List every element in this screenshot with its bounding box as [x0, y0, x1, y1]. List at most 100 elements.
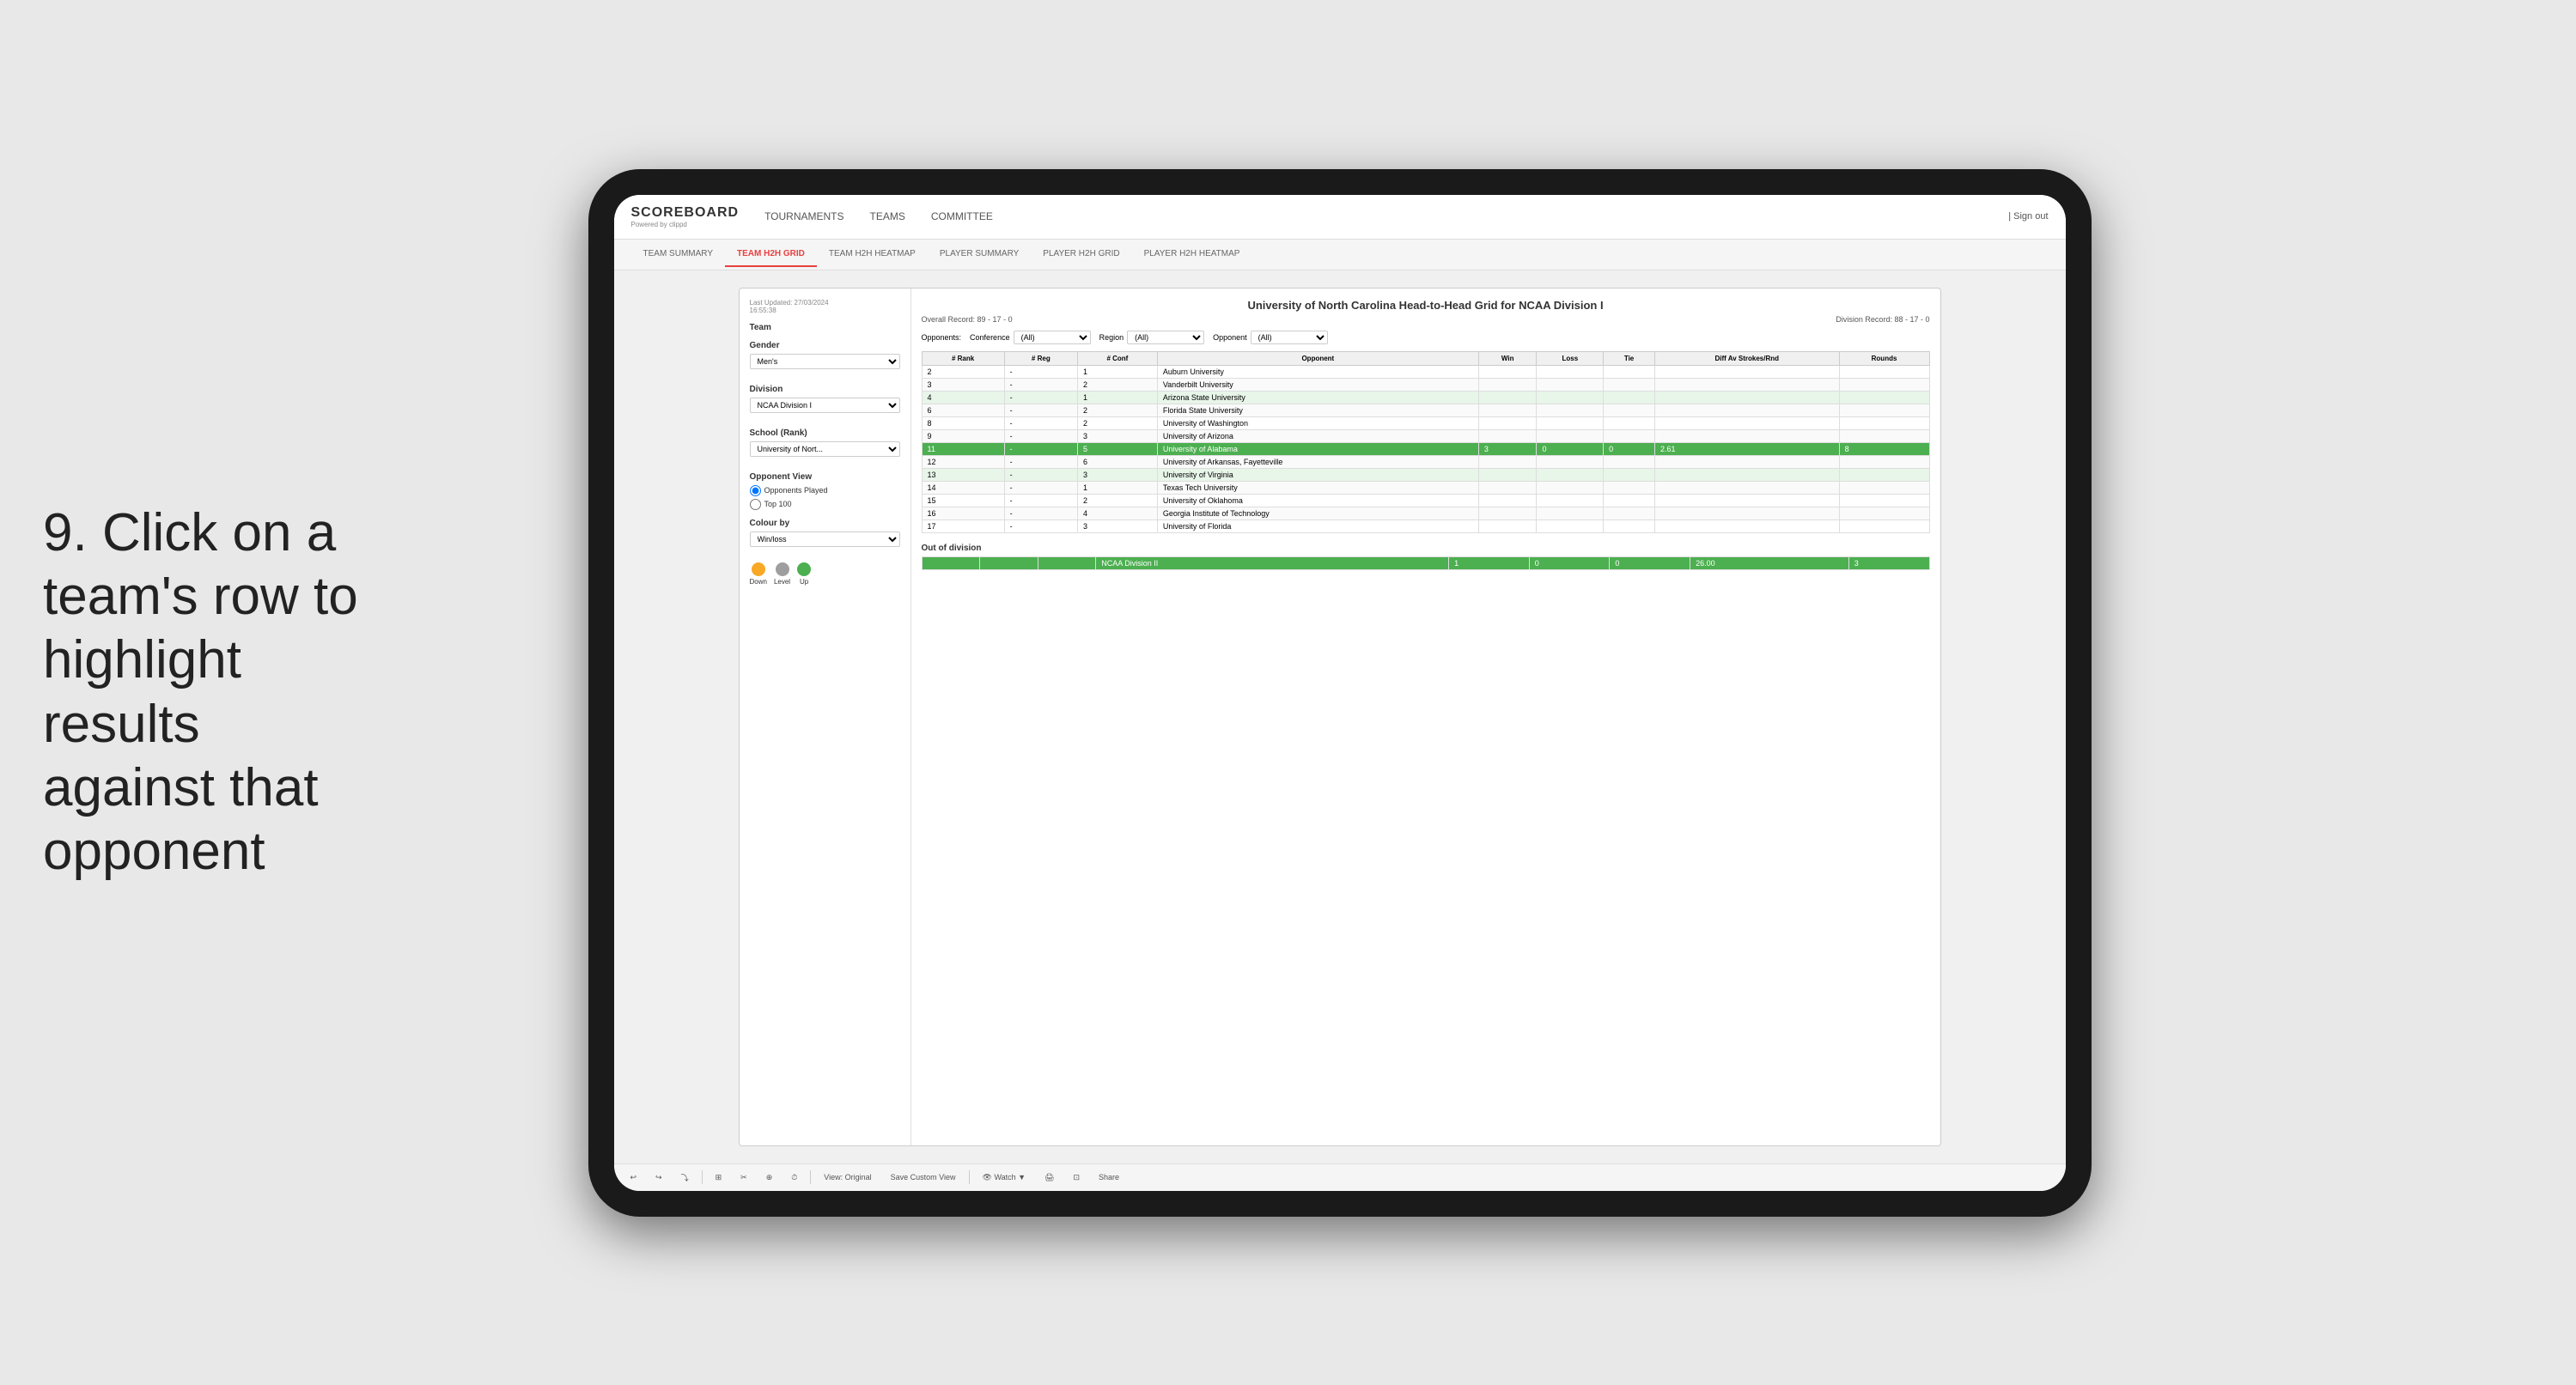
- tab-team-summary[interactable]: TEAM SUMMARY: [631, 242, 726, 267]
- division-record: Division Record: 88 - 17 - 0: [1836, 315, 1929, 324]
- logo-area: SCOREBOARD Powered by clippd: [631, 205, 740, 228]
- undo-btn[interactable]: ↩: [624, 1170, 643, 1185]
- nav-links: TOURNAMENTS TEAMS COMMITTEE: [764, 207, 2008, 226]
- table-row[interactable]: 14-1Texas Tech University: [922, 481, 1929, 494]
- tab-player-h2h-heatmap[interactable]: PLAYER H2H HEATMAP: [1132, 242, 1252, 267]
- tablet-screen: SCOREBOARD Powered by clippd TOURNAMENTS…: [614, 195, 2066, 1191]
- filter-region: Region (All): [1099, 331, 1205, 344]
- table-row[interactable]: 11-5University of Alabama3002.618: [922, 442, 1929, 455]
- table-row[interactable]: 8-2University of Washington: [922, 416, 1929, 429]
- filter-conference: Conference (All): [970, 331, 1091, 344]
- col-rank: # Rank: [922, 351, 1004, 365]
- team-section: Team: [750, 323, 900, 332]
- logo-subtitle: Powered by clippd: [631, 221, 740, 228]
- school-select[interactable]: University of Nort...: [750, 441, 900, 457]
- watch-btn[interactable]: 👁 Watch ▼: [977, 1170, 1032, 1185]
- region-filter-select[interactable]: (All): [1127, 331, 1204, 344]
- table-row[interactable]: 6-2Florida State University: [922, 404, 1929, 416]
- print-btn[interactable]: 🖨: [1038, 1170, 1060, 1185]
- sign-out[interactable]: | Sign out: [2008, 211, 2048, 222]
- table-row[interactable]: 4-1Arizona State University: [922, 391, 1929, 404]
- toolbar-divider-2: [810, 1170, 811, 1184]
- cut-btn[interactable]: ✂: [734, 1170, 753, 1185]
- overall-record: Overall Record: 89 - 17 - 0: [922, 315, 1013, 324]
- school-label: School (Rank): [750, 428, 900, 438]
- radio-opponents-played[interactable]: Opponents Played: [750, 485, 900, 496]
- legend-level: Level: [774, 562, 790, 586]
- tab-team-h2h-grid[interactable]: TEAM H2H GRID: [725, 242, 817, 267]
- out-div-row[interactable]: NCAA Division II10026.003: [922, 556, 1929, 569]
- grid-table: # Rank # Reg # Conf Opponent Win Loss Ti…: [922, 351, 1930, 533]
- instruction-text: Click on a team's row to highlight resul…: [43, 502, 358, 881]
- right-panel: University of North Carolina Head-to-Hea…: [911, 289, 1940, 1145]
- content-inner: Last Updated: 27/03/2024 16:55:38 Team G…: [739, 288, 1941, 1146]
- division-label: Division: [750, 385, 900, 394]
- legend-up-dot: [797, 562, 811, 576]
- share-btn[interactable]: Share: [1093, 1170, 1125, 1184]
- out-of-division-section: Out of division NCAA Division II10026.00…: [922, 544, 1930, 570]
- col-opponent: Opponent: [1157, 351, 1478, 365]
- legend-level-dot: [776, 562, 789, 576]
- records-row: Overall Record: 89 - 17 - 0 Division Rec…: [922, 315, 1930, 324]
- nav-tournaments[interactable]: TOURNAMENTS: [764, 207, 843, 226]
- grid-btn[interactable]: ⊞: [709, 1170, 728, 1185]
- col-win: Win: [1478, 351, 1537, 365]
- gender-label: Gender: [750, 341, 900, 350]
- school-section: School (Rank) University of Nort...: [750, 428, 900, 464]
- last-updated: Last Updated: 27/03/2024 16:55:38: [750, 299, 900, 314]
- table-row[interactable]: 12-6University of Arkansas, Fayetteville: [922, 455, 1929, 468]
- filters-row: Opponents: Conference (All) Region: [922, 331, 1930, 344]
- radio-top100[interactable]: Top 100: [750, 499, 900, 510]
- colour-select[interactable]: Win/loss: [750, 532, 900, 547]
- division-select[interactable]: NCAA Division I: [750, 398, 900, 413]
- legend-area: Down Level Up: [750, 562, 900, 586]
- view-original-btn[interactable]: View: Original: [818, 1170, 877, 1184]
- bottom-toolbar: ↩ ↪ ⤵ ⊞ ✂ ⊕ ⏱ View: Original Save Custom…: [614, 1163, 2066, 1191]
- legend-down: Down: [750, 562, 767, 586]
- redo-btn[interactable]: ↪: [649, 1170, 668, 1185]
- col-tie: Tie: [1604, 351, 1655, 365]
- instruction-block: 9. Click on a team's row to highlight re…: [43, 501, 369, 884]
- table-row[interactable]: 9-3University of Arizona: [922, 429, 1929, 442]
- table-row[interactable]: 2-1Auburn University: [922, 365, 1929, 378]
- tab-player-summary[interactable]: PLAYER SUMMARY: [928, 242, 1031, 267]
- page-wrapper: 9. Click on a team's row to highlight re…: [0, 0, 2576, 1385]
- tab-player-h2h-grid[interactable]: PLAYER H2H GRID: [1031, 242, 1131, 267]
- out-of-division-table: NCAA Division II10026.003: [922, 556, 1930, 570]
- table-row[interactable]: 13-3University of Virginia: [922, 468, 1929, 481]
- table-row[interactable]: 17-3University of Florida: [922, 519, 1929, 532]
- gender-select[interactable]: Men's: [750, 354, 900, 369]
- save-custom-btn[interactable]: Save Custom View: [885, 1170, 962, 1184]
- nav-committee[interactable]: COMMITTEE: [931, 207, 993, 226]
- filter-opponent: Opponent (All): [1213, 331, 1328, 344]
- out-of-division-title: Out of division: [922, 544, 1930, 553]
- filter-opponents: Opponents:: [922, 333, 962, 342]
- step-number: 9.: [43, 502, 88, 562]
- legend-down-dot: [752, 562, 765, 576]
- opponent-view-label: Opponent View: [750, 472, 900, 482]
- opponent-view-section: Opponent View Opponents Played Top 100: [750, 472, 900, 510]
- revert-btn[interactable]: ⤵: [675, 1169, 695, 1186]
- grid-title: University of North Carolina Head-to-Hea…: [922, 299, 1930, 312]
- sub-nav: TEAM SUMMARY TEAM H2H GRID TEAM H2H HEAT…: [614, 240, 2066, 270]
- col-rounds: Rounds: [1839, 351, 1929, 365]
- left-panel: Last Updated: 27/03/2024 16:55:38 Team G…: [740, 289, 911, 1145]
- radio-group: Opponents Played Top 100: [750, 485, 900, 510]
- main-content: Last Updated: 27/03/2024 16:55:38 Team G…: [614, 270, 2066, 1163]
- clock-btn[interactable]: ⏱: [785, 1170, 803, 1185]
- nav-teams[interactable]: TEAMS: [870, 207, 905, 226]
- colour-section: Colour by Win/loss: [750, 519, 900, 554]
- top-nav: SCOREBOARD Powered by clippd TOURNAMENTS…: [614, 195, 2066, 240]
- col-reg: # Reg: [1004, 351, 1077, 365]
- add-btn[interactable]: ⊕: [760, 1170, 779, 1185]
- table-row[interactable]: 15-2University of Oklahoma: [922, 494, 1929, 507]
- col-conf: # Conf: [1077, 351, 1157, 365]
- tablet-device: SCOREBOARD Powered by clippd TOURNAMENTS…: [588, 169, 2092, 1217]
- opponent-filter-select[interactable]: (All): [1251, 331, 1328, 344]
- table-row[interactable]: 16-4Georgia Institute of Technology: [922, 507, 1929, 519]
- table-row[interactable]: 3-2Vanderbilt University: [922, 378, 1929, 391]
- conference-filter-select[interactable]: (All): [1014, 331, 1091, 344]
- export-btn[interactable]: ⊡: [1067, 1170, 1086, 1185]
- col-diff: Diff Av Strokes/Rnd: [1654, 351, 1839, 365]
- tab-team-h2h-heatmap[interactable]: TEAM H2H HEATMAP: [817, 242, 928, 267]
